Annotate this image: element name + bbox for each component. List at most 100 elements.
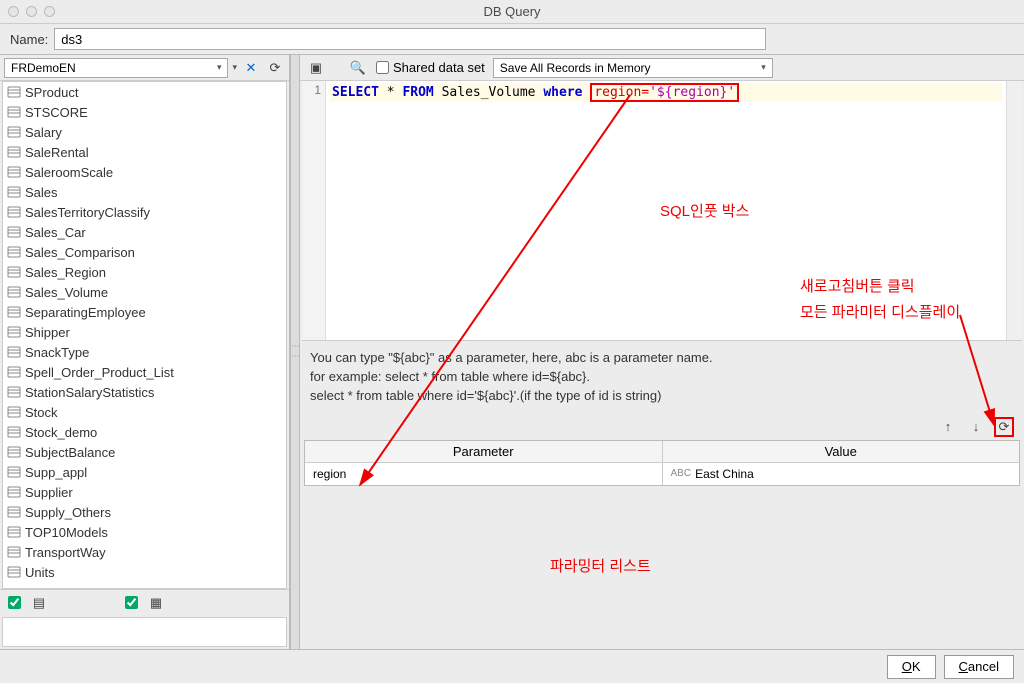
check2[interactable] — [125, 596, 138, 609]
scrollbar-vertical[interactable] — [1006, 81, 1022, 340]
table-icon — [7, 145, 21, 159]
table-icon — [7, 465, 21, 479]
hint-text: You can type "${abc}" as a parameter, he… — [300, 341, 1024, 414]
table-icon — [7, 445, 21, 459]
table-icon — [7, 265, 21, 279]
traffic-lights — [8, 6, 55, 17]
bottom-toolbar: ▤ ▦ — [0, 589, 289, 615]
zoom-dot[interactable] — [44, 6, 55, 17]
refresh-db-icon[interactable]: ⟳ — [265, 58, 285, 78]
move-down-icon[interactable]: ↓ — [966, 417, 986, 437]
param-table: Parameter Value region ABC East China — [304, 440, 1020, 486]
table-tree[interactable]: SProductSTSCORESalarySaleRentalSaleroomS… — [2, 81, 287, 589]
db-selector-row: FRDemoEN ▾ ▾ ✕ ⟳ — [0, 55, 289, 81]
param-highlight-box: region='${region}' — [590, 83, 739, 102]
minimize-dot[interactable] — [26, 6, 37, 17]
table-icon — [7, 485, 21, 499]
chevron-down-icon-3: ▾ — [761, 62, 766, 73]
tree-item-salesterritoryclassify[interactable]: SalesTerritoryClassify — [3, 202, 286, 222]
table-icon — [7, 405, 21, 419]
table-icon — [7, 185, 21, 199]
table-icon — [7, 105, 21, 119]
save-select[interactable]: Save All Records in Memory ▾ — [493, 58, 773, 78]
cancel-button[interactable]: Cancel — [944, 655, 1014, 679]
tree-item-shipper[interactable]: Shipper — [3, 322, 286, 342]
chevron-down-icon-2[interactable]: ▾ — [232, 62, 237, 73]
db-select-value: FRDemoEN — [11, 61, 76, 75]
table-icon — [7, 385, 21, 399]
shared-checkbox[interactable]: Shared data set — [376, 60, 485, 75]
table-icon — [7, 245, 21, 259]
tree-item-saleroomscale[interactable]: SaleroomScale — [3, 162, 286, 182]
db-select[interactable]: FRDemoEN ▾ — [4, 58, 228, 78]
tree-item-sproduct[interactable]: SProduct — [3, 82, 286, 102]
sql-gutter: 1 — [302, 81, 326, 340]
tree-item-transportway[interactable]: TransportWay — [3, 542, 286, 562]
run-icon[interactable]: ▣ — [306, 58, 326, 78]
tree-item-supp_appl[interactable]: Supp_appl — [3, 462, 286, 482]
tree-item-sales[interactable]: Sales — [3, 182, 286, 202]
abc-type-icon: ABC — [671, 468, 692, 479]
wizard-icon[interactable]: ▦ — [146, 593, 166, 613]
main-area: FRDemoEN ▾ ▾ ✕ ⟳ SProductSTSCORESalarySa… — [0, 54, 1024, 649]
tree-item-subjectbalance[interactable]: SubjectBalance — [3, 442, 286, 462]
param-row[interactable]: region ABC East China — [305, 463, 1019, 485]
name-input[interactable] — [54, 28, 766, 50]
splitter[interactable]: ⋮⋮ — [290, 55, 300, 649]
tree-item-sales_car[interactable]: Sales_Car — [3, 222, 286, 242]
ok-button[interactable]: OK — [887, 655, 936, 679]
table-icon — [7, 285, 21, 299]
table-icon — [7, 545, 21, 559]
param-name-cell[interactable]: region — [305, 463, 663, 485]
tree-item-supplier[interactable]: Supplier — [3, 482, 286, 502]
close-dot[interactable] — [8, 6, 19, 17]
tree-item-stscore[interactable]: STSCORE — [3, 102, 286, 122]
refresh-params-icon[interactable]: ⟳ — [994, 417, 1014, 437]
tree-item-sales_volume[interactable]: Sales_Volume — [3, 282, 286, 302]
table-icon — [7, 505, 21, 519]
table-icon — [7, 345, 21, 359]
param-table-header: Parameter Value — [305, 441, 1019, 463]
tree-item-salerental[interactable]: SaleRental — [3, 142, 286, 162]
titlebar: DB Query — [0, 0, 1024, 24]
sql-editor[interactable]: 1 SELECT * FROM Sales_Volume where regio… — [302, 81, 1022, 341]
tools-icon[interactable]: ✕ — [241, 58, 261, 78]
move-up-icon[interactable]: ↑ — [938, 417, 958, 437]
filter-box[interactable] — [2, 617, 287, 647]
dialog-footer: OK Cancel — [0, 649, 1024, 683]
tree-item-top10models[interactable]: TOP10Models — [3, 522, 286, 542]
tree-item-sales_region[interactable]: Sales_Region — [3, 262, 286, 282]
list-icon[interactable]: ▤ — [29, 593, 49, 613]
name-label: Name: — [10, 32, 48, 47]
table-icon — [7, 125, 21, 139]
tree-item-stock_demo[interactable]: Stock_demo — [3, 422, 286, 442]
check1[interactable] — [8, 596, 21, 609]
tree-item-spell_order_product_list[interactable]: Spell_Order_Product_List — [3, 362, 286, 382]
tree-item-separatingemployee[interactable]: SeparatingEmployee — [3, 302, 286, 322]
tree-item-stationsalarystatistics[interactable]: StationSalaryStatistics — [3, 382, 286, 402]
tree-item-supply_others[interactable]: Supply_Others — [3, 502, 286, 522]
tree-item-units[interactable]: Units — [3, 562, 286, 582]
table-icon — [7, 525, 21, 539]
table-icon — [7, 425, 21, 439]
table-icon — [7, 205, 21, 219]
preview-icon[interactable]: 🔍 — [348, 58, 368, 78]
chevron-down-icon: ▾ — [217, 62, 222, 73]
table-icon — [7, 225, 21, 239]
db-query-window: DB Query Name: FRDemoEN ▾ ▾ ✕ ⟳ SProduct… — [0, 0, 1024, 683]
sql-toolbar: ▣ 🔍 Shared data set Save All Records in … — [300, 55, 1024, 81]
table-icon — [7, 305, 21, 319]
tree-item-sales_comparison[interactable]: Sales_Comparison — [3, 242, 286, 262]
param-toolbar: ↑ ↓ ⟳ — [300, 414, 1024, 440]
annotation-param-list: 파라밍터 리스트 — [550, 555, 651, 576]
tree-item-snacktype[interactable]: SnackType — [3, 342, 286, 362]
tree-item-salary[interactable]: Salary — [3, 122, 286, 142]
table-icon — [7, 365, 21, 379]
right-pane: ▣ 🔍 Shared data set Save All Records in … — [300, 55, 1024, 649]
param-value-cell[interactable]: ABC East China — [663, 463, 1020, 485]
name-row: Name: — [0, 24, 1024, 54]
table-icon — [7, 165, 21, 179]
table-icon — [7, 565, 21, 579]
sql-text[interactable]: SELECT * FROM Sales_Volume where region=… — [326, 81, 1006, 340]
tree-item-stock[interactable]: Stock — [3, 402, 286, 422]
